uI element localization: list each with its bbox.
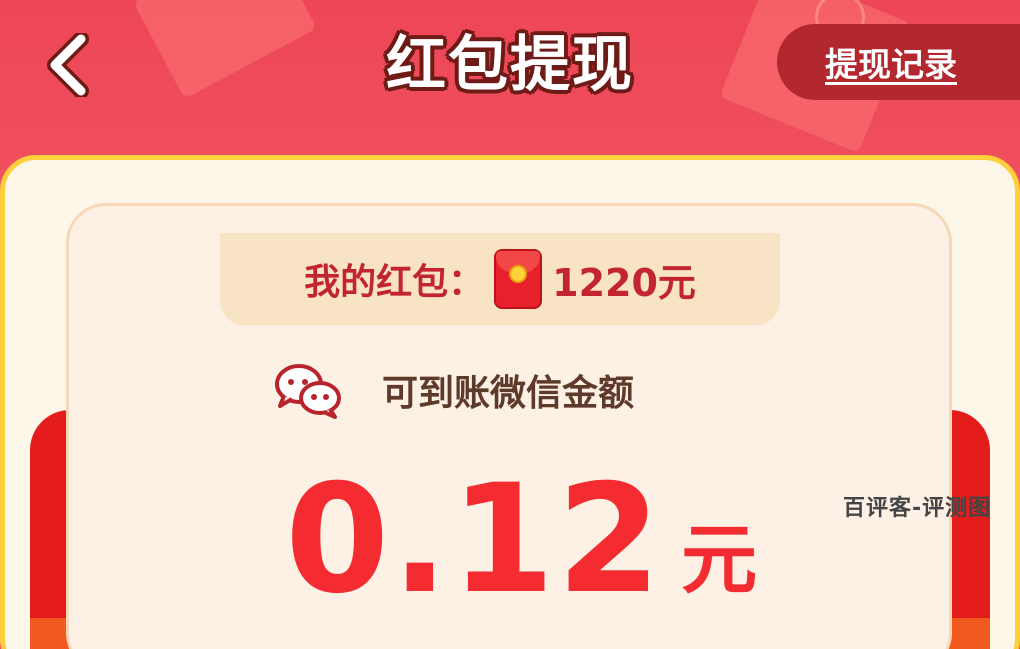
withdraw-unit: 元 — [681, 515, 758, 604]
amount-row: 0.12 元 — [285, 455, 757, 615]
watermark: 百评客-评测图 — [843, 496, 992, 521]
balance-tab: 我的红包： 1220元 — [220, 233, 780, 325]
balance-value: 1220元 — [552, 260, 696, 305]
wechat-icon — [275, 364, 341, 419]
withdraw-record-button[interactable]: 提现记录 — [777, 24, 1020, 100]
withdraw-record-label: 提现记录 — [825, 45, 957, 84]
balance-label: 我的红包： — [304, 262, 485, 303]
wechat-row: 可到账微信金额 — [272, 358, 634, 422]
wechat-amount-label: 可到账微信金额 — [382, 373, 635, 414]
red-envelope-icon — [494, 249, 543, 309]
withdraw-amount: 0.12 — [285, 453, 664, 627]
